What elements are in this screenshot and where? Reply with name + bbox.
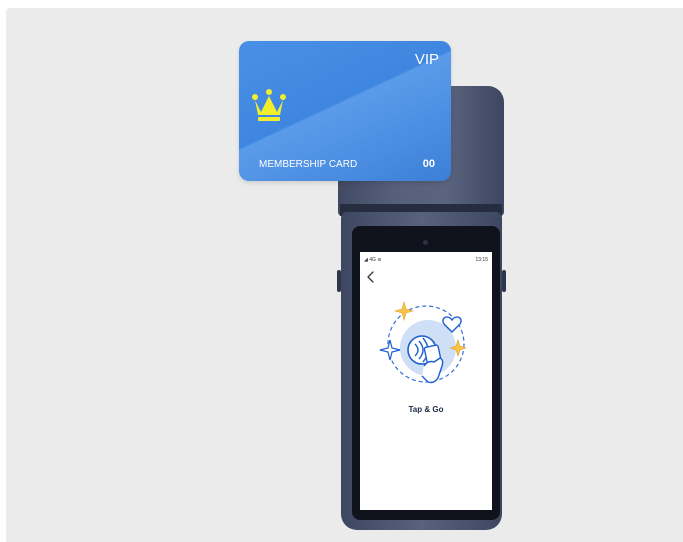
status-time: 13:15	[475, 257, 488, 263]
membership-card-label: MEMBERSHIP CARD	[259, 159, 358, 170]
front-camera	[423, 240, 428, 245]
wifi-icon: ≋	[377, 257, 382, 263]
signal-icon: ◢	[364, 257, 368, 263]
status-bar: ◢ 4G ≋ 13:15	[364, 256, 488, 264]
card-number: 00	[422, 158, 435, 170]
canvas-background: ◢ 4G ≋ 13:15 Tap & Go VIP MEMBERSHIP CAR…	[6, 8, 683, 542]
tap-and-go-title: Tap & Go	[408, 405, 444, 414]
crown-icon	[252, 89, 286, 121]
back-button[interactable]	[364, 270, 378, 284]
side-button-right	[502, 270, 506, 292]
side-button-left	[337, 270, 341, 292]
nfc-tap-hand-icon	[379, 300, 467, 384]
vip-badge: VIP	[414, 51, 439, 68]
chevron-left-icon	[367, 271, 374, 283]
membership-card: VIP MEMBERSHIP CARD 00	[239, 41, 451, 181]
terminal-screen: ◢ 4G ≋ 13:15 Tap & Go	[360, 252, 492, 510]
network-label: 4G	[369, 257, 376, 263]
signal-indicator: ◢ 4G ≋	[364, 257, 382, 263]
